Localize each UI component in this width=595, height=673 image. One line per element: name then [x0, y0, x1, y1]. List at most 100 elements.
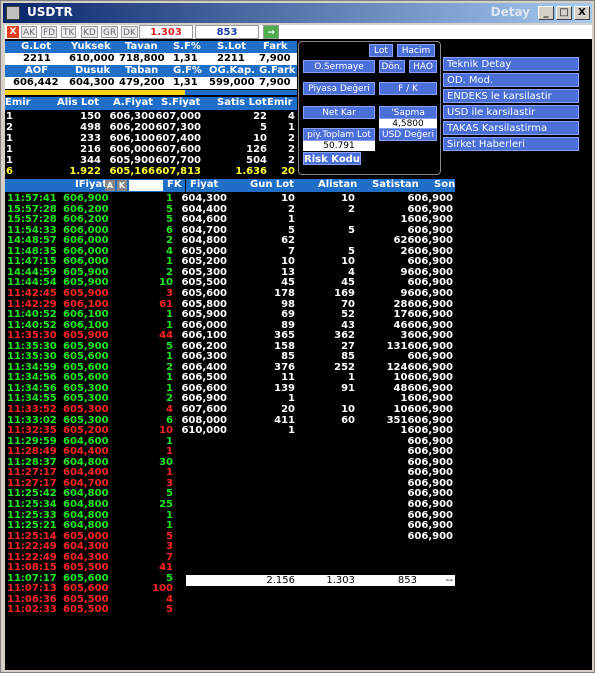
- trade-row[interactable]: 11:07:17 605,600 5: [7, 573, 177, 584]
- trades-filter-input[interactable]: [129, 180, 163, 191]
- trade-row[interactable]: 11:27:17 604,700 3: [7, 478, 177, 489]
- usd-degeri-button[interactable]: USD Değeri: [379, 128, 437, 141]
- trade-row[interactable]: 11:54:33 606,000 6: [7, 225, 177, 236]
- volume-row[interactable]: 606,900: [186, 499, 455, 510]
- trade-row[interactable]: 11:47:15 606,000 1: [7, 256, 177, 267]
- trade-row[interactable]: 11:40:52 606,100 1: [7, 320, 177, 331]
- sort-k-button[interactable]: K: [117, 180, 127, 191]
- volume-row[interactable]: 606,900: [186, 488, 455, 499]
- trade-row[interactable]: 11:35:30 605,900 44: [7, 330, 177, 341]
- go-arrow-icon[interactable]: →: [263, 25, 279, 39]
- sapma-button[interactable]: 'Sapma: [379, 106, 437, 119]
- trade-row[interactable]: 15:57:28 606,200 5: [7, 214, 177, 225]
- trade-row[interactable]: 11:28:37 604,800 30: [7, 457, 177, 468]
- volume-row[interactable]: 606,900: [186, 531, 455, 542]
- volume-row[interactable]: 606,900: [186, 436, 455, 447]
- volume-row[interactable]: 606,900: [186, 467, 455, 478]
- volume-row[interactable]: 606,200 158 27 131606,900: [181, 341, 455, 352]
- volume-row[interactable]: 605,900 69 52 17606,900: [181, 309, 455, 320]
- trade-row[interactable]: 11:40:52 606,100 1: [7, 309, 177, 320]
- trade-row[interactable]: 11:25:42 604,800 5: [7, 488, 177, 499]
- trade-row[interactable]: 11:27:17 604,400 1: [7, 467, 177, 478]
- trade-row[interactable]: 11:22:49 604,300 3: [7, 541, 177, 552]
- volume-row[interactable]: 605,800 98 70 28606,900: [181, 299, 455, 310]
- donem-button[interactable]: Dön.: [379, 60, 405, 73]
- tab-ak[interactable]: AK: [21, 26, 38, 38]
- sirket-haberleri-button[interactable]: Sirket Haberleri: [443, 137, 579, 151]
- volume-row[interactable]: 607,600 20 10 10606,900: [181, 404, 455, 415]
- trade-row[interactable]: 11:34:55 605,300 2: [7, 393, 177, 404]
- trade-row[interactable]: 11:42:45 605,900 3: [7, 288, 177, 299]
- volume-row[interactable]: 604,700 5 5 606,900: [181, 225, 455, 236]
- trade-row[interactable]: 11:34:56 605,600 1: [7, 372, 177, 383]
- trade-row[interactable]: 11:22:49 604,300 7: [7, 552, 177, 563]
- tab-fd[interactable]: FD: [41, 26, 58, 38]
- trade-row[interactable]: 11:28:49 604,400 1: [7, 446, 177, 457]
- piy-toplam-lot-button[interactable]: piy.Toplam Lot: [303, 128, 375, 141]
- volume-row[interactable]: 605,600 178 169 9606,900: [181, 288, 455, 299]
- volume-row[interactable]: 606,300 85 85 606,900: [181, 351, 455, 362]
- trade-row[interactable]: 11:42:29 606,100 61: [7, 299, 177, 310]
- close-window-button[interactable]: X: [574, 6, 590, 20]
- usd-compare-button[interactable]: USD ile karsilastir: [443, 105, 579, 119]
- trade-row[interactable]: 14:48:57 606,000 2: [7, 235, 177, 246]
- volume-row[interactable]: 606,900: [186, 520, 455, 531]
- trade-row[interactable]: 11:25:33 604,800 1: [7, 510, 177, 521]
- volume-row[interactable]: 605,200 10 10 606,900: [181, 256, 455, 267]
- net-kar-button[interactable]: Net Kar: [303, 106, 375, 119]
- trade-row[interactable]: 11:35:30 605,900 5: [7, 341, 177, 352]
- hao-button[interactable]: HAO: [409, 60, 437, 73]
- volume-row[interactable]: 604,600 1 1606,900: [181, 214, 455, 225]
- osermaye-button[interactable]: O.Sermaye: [303, 60, 375, 73]
- trade-row[interactable]: 11:33:02 605,300 6: [7, 415, 177, 426]
- sort-a-button[interactable]: A: [105, 180, 115, 191]
- volume-row[interactable]: 608,000 411 60 351606,900: [181, 415, 455, 426]
- volume-row[interactable]: 610,000 1 1606,900: [181, 425, 455, 436]
- tab-kd[interactable]: KD: [81, 26, 98, 38]
- volume-row[interactable]: 606,900 1 1606,900: [181, 393, 455, 404]
- od-mod-button[interactable]: OD. Mod.: [443, 73, 579, 87]
- volume-row[interactable]: 604,800 62 62606,900: [181, 235, 455, 246]
- minimize-button[interactable]: _: [538, 6, 554, 20]
- tab-dk[interactable]: DK: [121, 26, 138, 38]
- volume-row[interactable]: 606,900: [186, 446, 455, 457]
- volume-row[interactable]: 605,000 7 5 2606,900: [181, 246, 455, 257]
- trade-row[interactable]: 11:34:59 605,600 2: [7, 362, 177, 373]
- takas-compare-button[interactable]: TAKAS Karsilastirma: [443, 121, 579, 135]
- trade-row[interactable]: 11:48:35 606,000 4: [7, 246, 177, 257]
- volume-row[interactable]: 606,000 89 43 46606,900: [181, 320, 455, 331]
- trade-row[interactable]: 11:06:36 605,500 4: [7, 594, 177, 605]
- tab-tk[interactable]: TK: [61, 26, 77, 38]
- volume-row[interactable]: 604,300 10 10 606,900: [181, 193, 455, 204]
- teknik-detay-button[interactable]: Teknik Detay: [443, 57, 579, 71]
- volume-row[interactable]: 605,500 45 45 606,900: [181, 277, 455, 288]
- trade-row[interactable]: 11:57:41 606,900 1: [7, 193, 177, 204]
- volume-row[interactable]: 606,100 365 362 3606,900: [181, 330, 455, 341]
- maximize-button[interactable]: □: [556, 6, 572, 20]
- volume-row[interactable]: 606,900: [186, 510, 455, 521]
- trade-row[interactable]: 11:33:52 605,300 4: [7, 404, 177, 415]
- risk-kodu-button[interactable]: Risk Kodu: [303, 152, 361, 165]
- trade-row[interactable]: 14:44:59 605,900 2: [7, 267, 177, 278]
- trade-row[interactable]: 11:29:59 604,600 1: [7, 436, 177, 447]
- trade-row[interactable]: 11:02:33 605,500 5: [7, 604, 177, 615]
- volume-row[interactable]: 606,900: [186, 457, 455, 468]
- trade-row[interactable]: 11:25:34 604,800 25: [7, 499, 177, 510]
- title-bar[interactable]: USDTR Detay _ □ X: [3, 3, 592, 23]
- volume-row[interactable]: 606,400 376 252 124606,900: [181, 362, 455, 373]
- volume-row[interactable]: 604,400 2 2 606,900: [181, 204, 455, 215]
- trade-row[interactable]: 11:34:56 605,300 1: [7, 383, 177, 394]
- volume-row[interactable]: 606,600 139 91 48606,900: [181, 383, 455, 394]
- endeks-compare-button[interactable]: ENDEKS le karsilastir: [443, 89, 579, 103]
- volume-row[interactable]: 606,500 11 1 10606,900: [181, 372, 455, 383]
- trade-row[interactable]: 11:32:35 605,200 10: [7, 425, 177, 436]
- volume-row[interactable]: 606,900: [186, 478, 455, 489]
- close-symbol-icon[interactable]: X: [7, 26, 19, 38]
- trade-row[interactable]: 11:44:54 605,900 10: [7, 277, 177, 288]
- tab-gr[interactable]: GR: [101, 26, 119, 38]
- trade-row[interactable]: 11:08:15 605,500 41: [7, 562, 177, 573]
- trade-row[interactable]: 15:57:28 606,200 5: [7, 204, 177, 215]
- fk-button[interactable]: F / K: [379, 82, 437, 95]
- lot-button[interactable]: Lot: [369, 44, 393, 57]
- trade-row[interactable]: 11:25:21 604,800 1: [7, 520, 177, 531]
